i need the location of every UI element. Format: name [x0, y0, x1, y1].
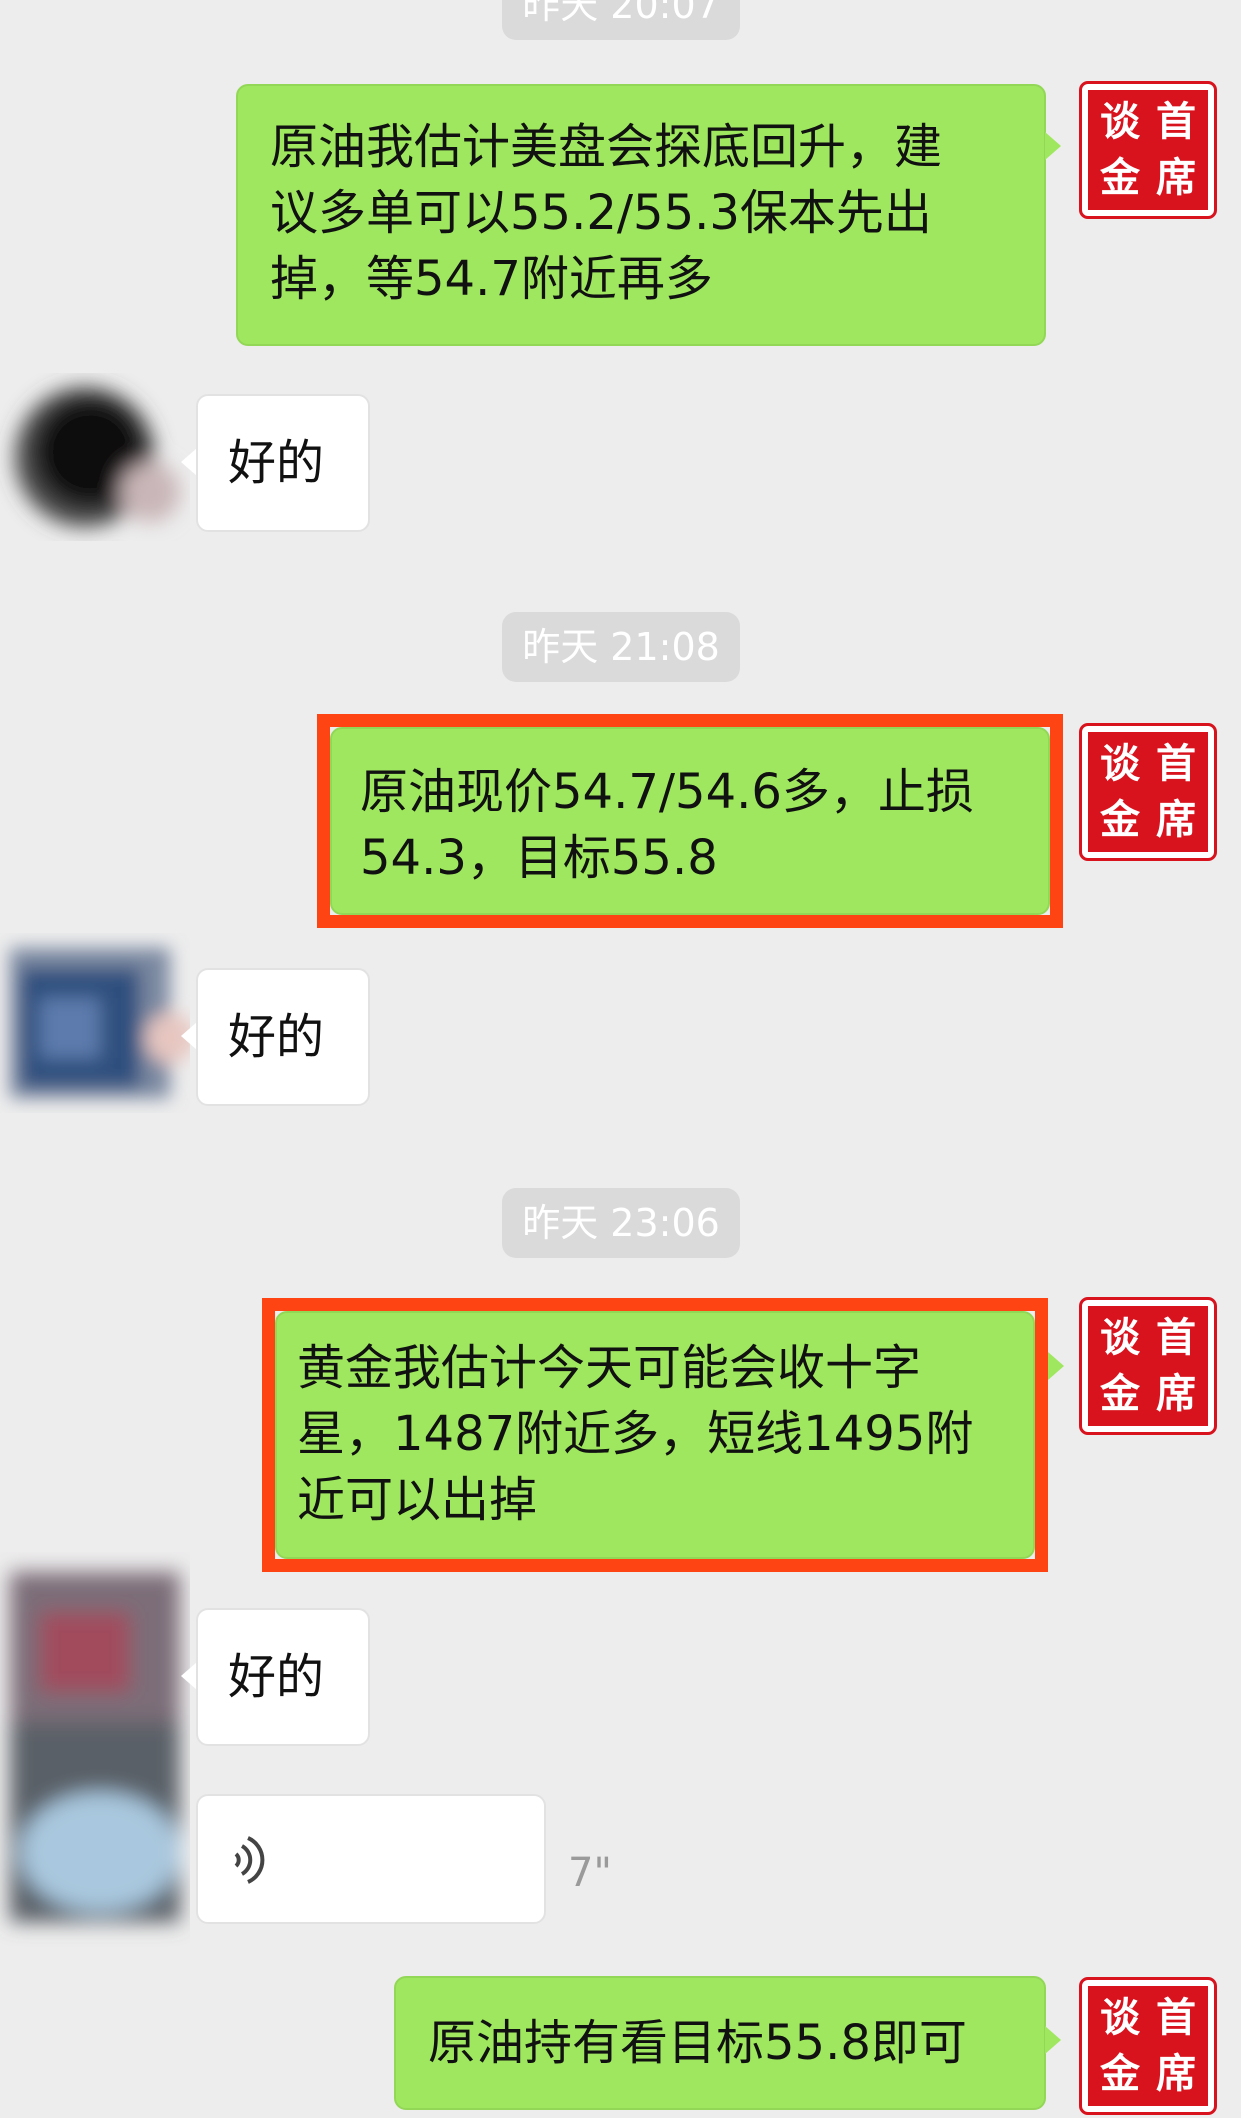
contact-avatar-blurred[interactable]	[0, 352, 190, 542]
contact-avatar-blurred[interactable]	[0, 928, 190, 1118]
seal-char: 金	[1100, 154, 1140, 201]
message-line: 原油我估计美盘会探底回升，建	[270, 119, 943, 175]
timestamp: 昨天 21:08	[502, 612, 740, 682]
seal-char: 谈	[1100, 1314, 1140, 1361]
seal-char: 谈	[1100, 98, 1140, 145]
message-bubble-sent[interactable]: 黄金我估计今天可能会收十字 星，1487附近多，短线1495附 近可以出掉	[275, 1311, 1035, 1559]
seal-char: 席	[1156, 154, 1196, 201]
seal-char: 金	[1100, 2050, 1140, 2097]
voice-message-bubble[interactable]	[196, 1794, 546, 1924]
voice-wave-icon	[234, 1836, 265, 1884]
seal-char: 金	[1100, 796, 1140, 843]
message-line: 议多单可以55.2/55.3保本先出	[270, 185, 932, 241]
seal-char: 谈	[1100, 1994, 1140, 2041]
bubble-tail	[181, 448, 197, 476]
message-text: 好的	[228, 1009, 325, 1065]
message-text: 原油持有看目标55.8即可	[428, 2015, 967, 2071]
message-bubble-sent[interactable]: 原油现价54.7/54.6多，止损 54.3，目标55.8	[330, 727, 1050, 915]
sender-avatar[interactable]: 谈 首 金 席	[1079, 723, 1217, 861]
message-line: 星，1487附近多，短线1495附	[297, 1406, 974, 1462]
timestamp: 昨天 23:06	[502, 1188, 740, 1258]
message-bubble-sent[interactable]: 原油我估计美盘会探底回升，建 议多单可以55.2/55.3保本先出 掉，等54.…	[236, 84, 1046, 346]
sender-avatar[interactable]: 谈 首 金 席	[1079, 1297, 1217, 1435]
seal-char: 席	[1156, 1370, 1196, 1417]
sender-avatar[interactable]: 谈 首 金 席	[1079, 81, 1217, 219]
message-bubble-sent[interactable]: 原油持有看目标55.8即可	[394, 1976, 1046, 2110]
message-line: 54.3，目标55.8	[360, 830, 718, 886]
bubble-tail	[1045, 132, 1061, 160]
message-line: 掉，等54.7附近再多	[270, 251, 713, 307]
blurred-avatar-image	[10, 948, 190, 1098]
bubble-tail	[181, 1022, 197, 1050]
seal-char: 金	[1100, 1370, 1140, 1417]
bubble-tail	[1045, 2026, 1061, 2054]
seal-char: 首	[1156, 740, 1196, 787]
blurred-avatar-image	[10, 1572, 180, 1922]
seal-char: 首	[1156, 98, 1196, 145]
bubble-tail	[181, 1662, 197, 1690]
seal-char: 首	[1156, 1314, 1196, 1361]
message-text: 好的	[228, 435, 325, 491]
seal-char: 谈	[1100, 740, 1140, 787]
message-bubble-received[interactable]: 好的	[196, 1608, 370, 1746]
seal-char: 席	[1156, 2050, 1196, 2097]
message-line: 原油现价54.7/54.6多，止损	[360, 764, 974, 820]
contact-avatar-blurred[interactable]	[0, 1552, 190, 1972]
bubble-tail	[1048, 1352, 1064, 1380]
sender-avatar[interactable]: 谈 首 金 席	[1079, 1977, 1217, 2115]
voice-duration: 7"	[568, 1850, 612, 1896]
seal-char: 席	[1156, 796, 1196, 843]
seal-char: 首	[1156, 1994, 1196, 2041]
timestamp: 昨天 20:07	[502, 0, 740, 40]
message-line: 近可以出掉	[297, 1472, 538, 1528]
message-bubble-received[interactable]: 好的	[196, 968, 370, 1106]
message-bubble-received[interactable]: 好的	[196, 394, 370, 532]
message-line: 黄金我估计今天可能会收十字	[297, 1340, 922, 1396]
message-text: 好的	[228, 1649, 325, 1705]
blurred-avatar-image	[15, 387, 180, 527]
